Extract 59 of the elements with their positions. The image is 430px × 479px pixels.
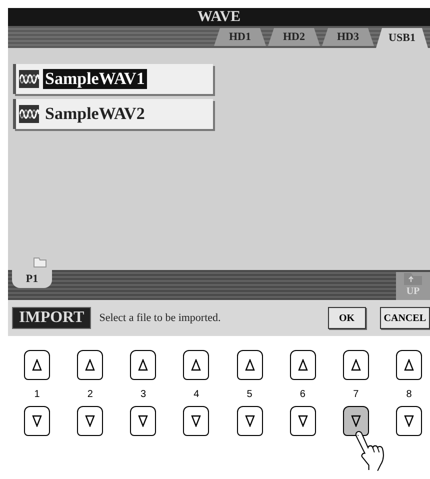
triangle-up-icon: [191, 359, 202, 371]
down-key[interactable]: [77, 406, 104, 436]
drive-tab[interactable]: HD1: [214, 28, 266, 46]
triangle-up-icon: [350, 359, 361, 371]
key-number: 8: [406, 389, 412, 400]
up-key[interactable]: [396, 350, 422, 380]
key-number: 6: [300, 389, 306, 400]
triangle-up-icon: [85, 359, 96, 371]
status-message: Select a file to be imported.: [99, 312, 221, 324]
key-number: 3: [140, 389, 146, 400]
triangle-up-icon: [138, 359, 148, 371]
triangle-down-icon: [404, 415, 414, 427]
up-key[interactable]: [290, 350, 316, 380]
key-number: 7: [353, 389, 359, 400]
file-name: SampleWAV1: [43, 69, 147, 89]
triangle-up-icon: [32, 359, 42, 371]
window-title: WAVE: [8, 8, 430, 26]
page-tab[interactable]: P1: [12, 270, 52, 288]
triangle-down-icon: [191, 415, 202, 427]
up-key[interactable]: [130, 350, 156, 380]
waveform-icon: [19, 70, 39, 88]
down-key[interactable]: [342, 406, 369, 436]
folder-icon: [33, 256, 47, 268]
key-number: 5: [246, 389, 252, 400]
triangle-up-icon: [244, 359, 255, 371]
file-item[interactable]: SampleWAV2: [13, 99, 213, 129]
triangle-down-icon: [32, 415, 42, 427]
mode-label: IMPORT: [12, 307, 92, 329]
up-key[interactable]: [236, 350, 263, 380]
folder-up-icon: [403, 272, 423, 286]
up-key[interactable]: [77, 350, 104, 380]
key-number: 2: [87, 389, 93, 400]
down-key[interactable]: [130, 406, 156, 436]
triangle-down-icon: [138, 415, 148, 427]
up-label: UP: [406, 286, 420, 297]
triangle-up-icon: [404, 359, 414, 371]
file-name: SampleWAV2: [44, 104, 146, 124]
waveform-icon: [19, 105, 39, 123]
triangle-down-icon: [85, 415, 96, 427]
triangle-up-icon: [298, 359, 308, 371]
drive-tab[interactable]: HD3: [322, 28, 374, 46]
triangle-down-icon: [244, 415, 255, 427]
down-key[interactable]: [236, 406, 263, 436]
key-number: 4: [194, 389, 200, 400]
down-key[interactable]: [396, 406, 422, 436]
key-number: 1: [34, 389, 40, 400]
up-key[interactable]: [342, 350, 369, 380]
file-item[interactable]: SampleWAV1: [13, 64, 213, 94]
triangle-down-icon: [298, 415, 308, 427]
dialog-button[interactable]: CANCEL: [380, 307, 430, 329]
down-key[interactable]: [290, 406, 316, 436]
down-key[interactable]: [183, 406, 210, 436]
drive-tab[interactable]: USB1: [376, 28, 428, 48]
up-key[interactable]: [183, 350, 210, 380]
drive-tab[interactable]: HD2: [268, 28, 320, 46]
dialog-button[interactable]: OK: [328, 307, 366, 329]
triangle-down-icon: [350, 415, 361, 427]
down-key[interactable]: [24, 406, 50, 436]
up-key[interactable]: [24, 350, 50, 380]
